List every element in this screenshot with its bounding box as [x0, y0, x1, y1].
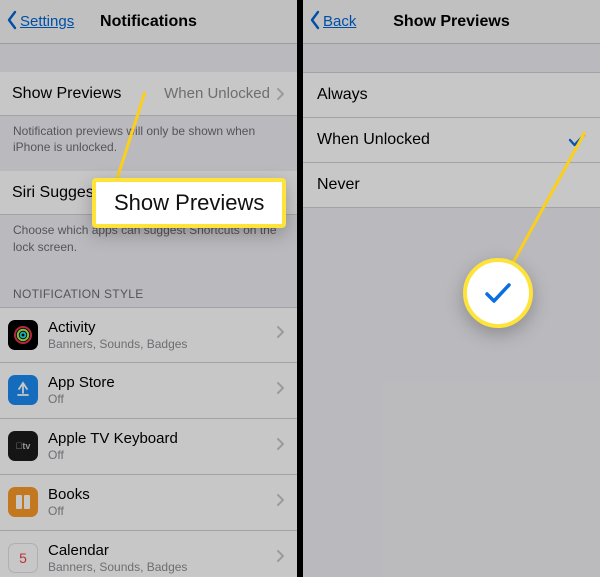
navbar: Settings Notifications [0, 0, 297, 44]
previews-footer-text: Notification previews will only be shown… [0, 116, 297, 171]
app-subtitle: Off [48, 504, 276, 518]
app-row-activity[interactable]: ActivityBanners, Sounds, Badges [0, 307, 297, 363]
app-subtitle: Banners, Sounds, Badges [48, 337, 276, 351]
chevron-right-icon [276, 87, 285, 101]
chevron-right-icon [276, 325, 285, 344]
app-name: Activity [48, 319, 276, 336]
checkmark-icon [568, 133, 586, 147]
calendar-icon: 5 [8, 543, 38, 573]
options-list: Always When Unlocked Never [303, 72, 600, 208]
chevron-left-icon [6, 10, 18, 34]
row-label: Show Previews [12, 85, 164, 103]
row-value: When Unlocked [164, 85, 270, 102]
chevron-right-icon [276, 381, 285, 400]
app-row-books[interactable]: BooksOff [0, 475, 297, 531]
back-label: Settings [18, 13, 74, 30]
books-icon [8, 487, 38, 517]
chevron-right-icon [276, 549, 285, 568]
app-name: Books [48, 486, 276, 503]
chevron-right-icon [276, 493, 285, 512]
option-when-unlocked[interactable]: When Unlocked [303, 118, 600, 163]
back-label: Back [321, 13, 356, 30]
navbar: Back Show Previews [303, 0, 600, 44]
option-label: When Unlocked [317, 131, 568, 149]
app-list: ActivityBanners, Sounds, BadgesApp Store… [0, 307, 297, 577]
option-label: Always [317, 86, 586, 104]
app-subtitle: Off [48, 448, 276, 462]
appstore-icon [8, 375, 38, 405]
app-subtitle: Banners, Sounds, Badges [48, 560, 276, 574]
activity-icon [8, 320, 38, 350]
option-never[interactable]: Never [303, 163, 600, 208]
option-always[interactable]: Always [303, 72, 600, 118]
chevron-left-icon [309, 10, 321, 34]
appletv-icon: tv [8, 431, 38, 461]
app-subtitle: Off [48, 392, 276, 406]
app-row-calendar[interactable]: 5 CalendarBanners, Sounds, Badges [0, 531, 297, 577]
show-previews-row[interactable]: Show Previews When Unlocked [0, 72, 297, 116]
app-name: Apple TV Keyboard [48, 430, 276, 447]
chevron-right-icon [276, 437, 285, 456]
app-name: App Store [48, 374, 276, 391]
back-button[interactable]: Settings [6, 10, 74, 34]
section-header: NOTIFICATION STYLE [0, 271, 297, 307]
show-previews-panel: Back Show Previews Always When Unlocked Ne… [303, 0, 600, 577]
callout-checkmark [463, 258, 533, 328]
app-row-appstore[interactable]: App StoreOff [0, 363, 297, 419]
notifications-settings-panel: Settings Notifications Show Previews Whe… [0, 0, 297, 577]
app-row-appletv[interactable]: tv Apple TV KeyboardOff [0, 419, 297, 475]
app-name: Calendar [48, 542, 276, 559]
callout-show-previews: Show Previews [92, 178, 286, 228]
back-button[interactable]: Back [309, 10, 356, 34]
option-label: Never [317, 176, 586, 194]
